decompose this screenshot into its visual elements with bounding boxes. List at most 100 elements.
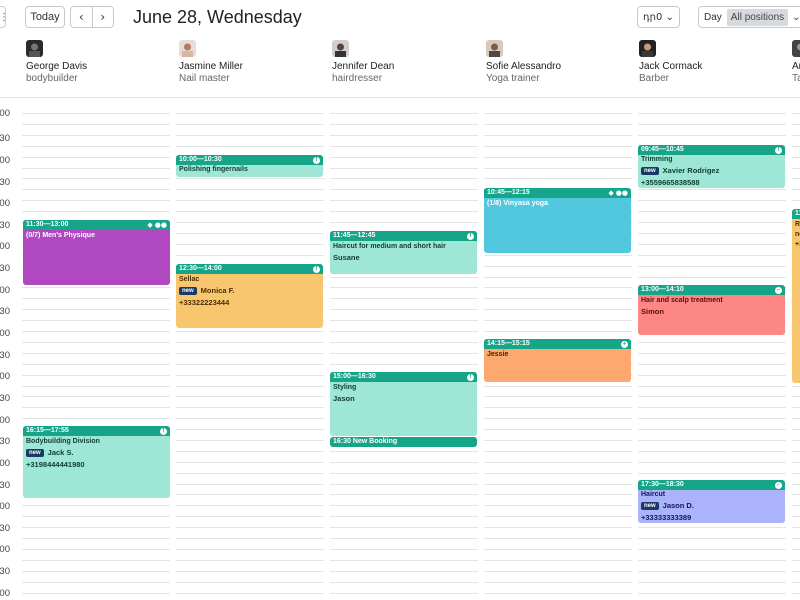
view-day-button[interactable]: Day	[699, 12, 727, 23]
time-label: 30	[0, 177, 10, 188]
grid-line	[330, 538, 478, 539]
event-title: Sellac	[179, 276, 200, 283]
event-bodybuilding[interactable]: 16:15—17:55 ! Bodybuilding Division new J…	[23, 426, 170, 498]
staff-column-header[interactable]: George Davis bodybuilder	[26, 40, 176, 84]
event-polishing[interactable]: 10:00—10:30 ! Polishing fingernails	[176, 155, 323, 177]
grid-line	[638, 527, 786, 528]
positions-filter[interactable]: All positions	[726, 8, 789, 26]
grid-line	[330, 473, 478, 474]
prev-day-button[interactable]: ‹	[71, 7, 92, 27]
staff-name: George Davis	[26, 61, 88, 72]
grid-line	[22, 124, 170, 125]
language-dropdown[interactable]: դր0 ⌄	[637, 6, 680, 28]
chevron-left-icon: ‹	[78, 10, 84, 24]
grid-line	[638, 386, 786, 387]
grid-line	[176, 178, 324, 179]
event-mens-physique[interactable]: 11:30—13:00 ◆ ●● (0/7) Men's Physique	[23, 220, 170, 285]
staff-column-header[interactable]: Sofie Alessandro Yoga trainer	[486, 40, 636, 84]
grid-line	[330, 222, 478, 223]
menu-button[interactable]: ⋮	[0, 6, 9, 28]
grid-line	[638, 113, 786, 114]
grid-line	[176, 342, 324, 343]
grid-line	[638, 418, 786, 419]
event-sellac[interactable]: 12:30—14:00 ! Sellac new Monica F. +33322…	[176, 264, 323, 328]
event-vinyasa-yoga[interactable]: 10:45—12:15 ◆ ●● (1/8) Vinyasa yoga	[484, 188, 631, 253]
new-booking-button[interactable]: 16:30 New Booking	[330, 437, 477, 447]
event-header: 11:45—12:45 !	[330, 231, 477, 241]
grid-line	[484, 549, 632, 550]
event-jessie[interactable]: 14:15—15:15 + Jessie	[484, 339, 631, 382]
event-title: Styling	[333, 384, 357, 391]
status-pending-icon: !	[313, 265, 320, 273]
staff-name: Jack Cormack	[639, 61, 703, 72]
event-header: 10:45—12:15 ◆ ●●	[484, 188, 631, 198]
grid-line	[792, 386, 800, 387]
grid-line	[484, 157, 632, 158]
grid-line	[330, 146, 478, 147]
grid-line	[792, 593, 800, 594]
grid-line	[484, 418, 632, 419]
grid-line	[330, 342, 478, 343]
grid-line	[484, 320, 632, 321]
event-time: 11	[795, 210, 800, 217]
grid-line	[638, 189, 786, 190]
grid-line	[176, 593, 324, 594]
grid-line	[792, 178, 800, 179]
grid-line	[638, 364, 786, 365]
status-add-icon: +	[621, 340, 628, 348]
avatar	[639, 40, 656, 57]
event-body: Polishing fingernails	[176, 165, 323, 176]
staff-column-header[interactable]: An Ta	[792, 40, 800, 84]
new-badge: new	[641, 167, 659, 175]
event-header: 17:30—18:30 ✓	[638, 480, 785, 490]
grid-line	[330, 494, 478, 495]
grid-line	[638, 396, 786, 397]
staff-column-header[interactable]: Jasmine Miller Nail master	[179, 40, 329, 84]
grid-line	[792, 582, 800, 583]
event-partial[interactable]: 11 Re ne +3	[792, 209, 800, 383]
next-day-button[interactable]: ›	[91, 7, 114, 27]
grid-line	[176, 494, 324, 495]
grid-line	[484, 593, 632, 594]
event-body: (0/7) Men's Physique	[23, 230, 170, 242]
staff-column-header[interactable]: Jennifer Dean hairdresser	[332, 40, 482, 84]
grid-line	[792, 189, 800, 190]
grid-line	[22, 113, 170, 114]
event-header: 16:15—17:55 !	[23, 426, 170, 436]
event-icons: ◆ ●●	[608, 188, 628, 198]
grid-line	[176, 538, 324, 539]
date-navigation: ‹ ›	[70, 6, 114, 28]
event-styling[interactable]: 15:00—16:30 ! Styling Jason	[330, 372, 477, 436]
grid-line	[484, 407, 632, 408]
event-body: Haircut for medium and short hair Susane	[330, 241, 477, 265]
time-label: 00	[0, 285, 10, 296]
grid-line	[484, 331, 632, 332]
grid-line	[22, 135, 170, 136]
event-haircut-medium[interactable]: 11:45—12:45 ! Haircut for medium and sho…	[330, 231, 477, 274]
today-button[interactable]: Today	[25, 6, 65, 28]
client-name: Jason	[333, 394, 355, 403]
grid-line	[330, 178, 478, 179]
grid-line	[792, 462, 800, 463]
grid-line	[638, 244, 786, 245]
staff-column-header[interactable]: Jack Cormack Barber	[639, 40, 789, 84]
grid-line	[330, 298, 478, 299]
event-hair-scalp[interactable]: 13:00—14:10 − Hair and scalp treatment S…	[638, 285, 785, 335]
grid-line	[792, 440, 800, 441]
staff-role: Yoga trainer	[486, 73, 540, 84]
grid-line	[22, 396, 170, 397]
event-trimming[interactable]: 09:45—10:45 ! Trimming new Xavier Rodrige…	[638, 145, 785, 188]
chevron-down-icon[interactable]: ⌄	[788, 12, 800, 23]
grid-line	[330, 168, 478, 169]
grid-line	[638, 342, 786, 343]
grid-line	[638, 538, 786, 539]
grid-line	[330, 571, 478, 572]
grid-line	[484, 386, 632, 387]
grid-line	[330, 189, 478, 190]
grid-line	[792, 538, 800, 539]
staff-role: hairdresser	[332, 73, 383, 84]
grid-line	[330, 582, 478, 583]
client-phone: +3198444441980	[26, 460, 85, 469]
event-haircut[interactable]: 17:30—18:30 ✓ Haircut new Jason D. +33333…	[638, 480, 785, 523]
grid-line	[484, 124, 632, 125]
